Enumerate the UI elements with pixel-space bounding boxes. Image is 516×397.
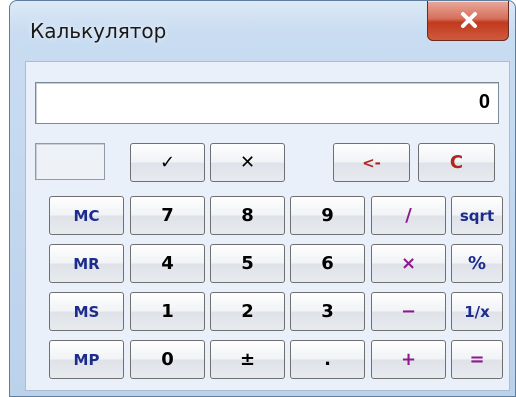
close-button[interactable] — [427, 1, 509, 41]
calculator-window: Калькулятор 0 ✓ ✕ <- C MC 7 8 9 / sqrt M… — [9, 0, 516, 397]
title-bar[interactable]: Калькулятор — [10, 1, 515, 61]
calculator-body: 0 ✓ ✕ <- C MC 7 8 9 / sqrt MR 4 5 6 × % … — [25, 61, 510, 391]
window-title: Калькулятор — [30, 19, 167, 43]
memory-clear-button[interactable]: MC — [49, 196, 124, 235]
minus-button[interactable]: − — [371, 292, 446, 331]
digit-6-button[interactable]: 6 — [290, 244, 365, 283]
digit-9-button[interactable]: 9 — [290, 196, 365, 235]
plus-minus-button[interactable]: ± — [210, 340, 285, 379]
equals-button[interactable]: = — [451, 340, 503, 379]
display-value: 0 — [478, 91, 490, 113]
reciprocal-button[interactable]: 1/x — [451, 292, 503, 331]
backspace-button[interactable]: <- — [333, 143, 410, 182]
digit-8-button[interactable]: 8 — [210, 196, 285, 235]
close-icon — [461, 12, 477, 28]
multiply-button[interactable]: × — [371, 244, 446, 283]
memory-store-button[interactable]: MS — [49, 292, 124, 331]
digit-3-button[interactable]: 3 — [290, 292, 365, 331]
sqrt-button[interactable]: sqrt — [451, 196, 503, 235]
digit-7-button[interactable]: 7 — [130, 196, 205, 235]
clear-entry-button[interactable]: ✕ — [210, 143, 285, 182]
digit-0-button[interactable]: 0 — [130, 340, 205, 379]
digit-4-button[interactable]: 4 — [130, 244, 205, 283]
memory-recall-button[interactable]: MR — [49, 244, 124, 283]
digit-1-button[interactable]: 1 — [130, 292, 205, 331]
digit-2-button[interactable]: 2 — [210, 292, 285, 331]
clear-button[interactable]: C — [418, 143, 495, 182]
check-button[interactable]: ✓ — [130, 143, 205, 182]
plus-button[interactable]: + — [371, 340, 446, 379]
display-field[interactable]: 0 — [35, 82, 499, 124]
memory-plus-button[interactable]: MP — [49, 340, 124, 379]
memory-indicator — [35, 143, 105, 180]
decimal-button[interactable]: . — [290, 340, 365, 379]
percent-button[interactable]: % — [451, 244, 503, 283]
digit-5-button[interactable]: 5 — [210, 244, 285, 283]
divide-button[interactable]: / — [371, 196, 446, 235]
